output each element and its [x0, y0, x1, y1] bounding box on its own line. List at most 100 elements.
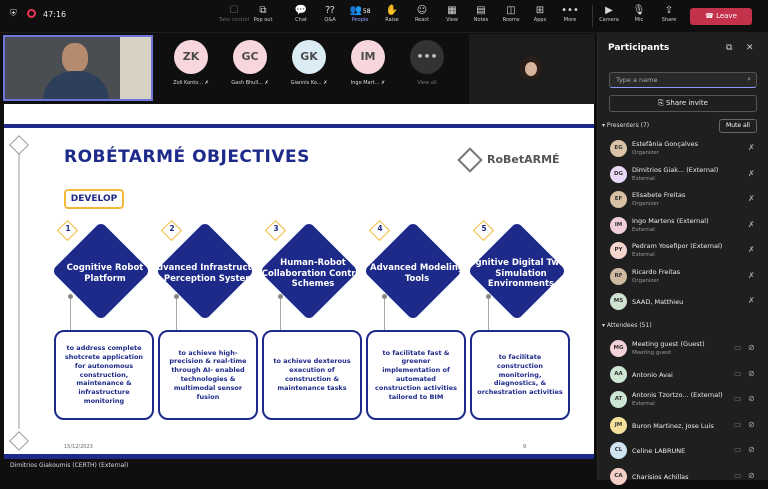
mic-off-icon[interactable]: ✗	[748, 296, 755, 305]
participant-row[interactable]: DG Dimitrios Giak... (External) External ✗	[598, 163, 768, 187]
objective-description: to achieve dexterous execution of constr…	[262, 330, 362, 420]
participant-row[interactable]: MS SAAD, Matthieu ✗	[598, 290, 768, 314]
participant-role: Meeting guest	[632, 350, 672, 356]
participant-row[interactable]: JM Buron Martinez, Jose Luis ▭ ⊘	[598, 414, 768, 438]
notes-icon: ▤	[476, 5, 486, 16]
self-video[interactable]	[3, 35, 153, 101]
raise-hand-button[interactable]: ✋ Raise	[377, 4, 407, 30]
side-diamond-bottom	[9, 431, 29, 451]
share-button[interactable]: ⇪ Share	[654, 4, 684, 30]
participant-row[interactable]: CA Charisios Achillas ▭ ⊘	[598, 465, 768, 489]
participant-role: External	[632, 175, 655, 182]
mic-off-icon: ✗	[381, 80, 386, 86]
meeting-timer: 47:16	[43, 10, 67, 19]
mic-off-icon[interactable]: ✗	[748, 143, 755, 152]
participant-role: External	[632, 252, 655, 258]
view-all-tile[interactable]: ••• View all	[399, 40, 455, 86]
mic-off-icon[interactable]: ⊘	[748, 420, 755, 429]
avatar: EF	[610, 191, 627, 208]
mic-off-icon[interactable]: ⊘	[748, 343, 755, 352]
share-invite-button[interactable]: ⎘ Share invite	[609, 95, 757, 112]
presenters-section-header[interactable]: ▾ Presenters (7)	[602, 122, 649, 129]
objective-description: to facilitate fast & greener implementat…	[366, 330, 466, 420]
participant-name: Buron Martinez, Jose Luis	[632, 421, 714, 430]
participant-row[interactable]: AT Antonis Tzortzo... (External) External ▭…	[598, 388, 768, 412]
participant-row[interactable]: IM Ingo Martens (External) External ✗	[598, 214, 768, 238]
avatar: CL	[610, 442, 627, 459]
camera-icon: ▶	[605, 5, 613, 16]
more-button[interactable]: ••• More	[555, 4, 585, 30]
participant-name: Celine LABRUNE	[632, 447, 686, 455]
mic-off-icon[interactable]: ⊘	[748, 445, 755, 454]
attendees-section-header[interactable]: ▾ Attendees (51)	[602, 322, 652, 329]
avatar: AT	[610, 391, 627, 408]
participant-row[interactable]: RF Ricardo Freitas Organizer ✗	[598, 265, 768, 289]
participant-row[interactable]: EG Estefânia Gonçalves Organizer ✗	[598, 137, 768, 161]
camera-off-icon: ▭	[734, 368, 742, 378]
participant-row[interactable]: MG Meeting guest (Guest) Meeting guest ▭ ⊘	[598, 337, 768, 361]
presenter-video[interactable]	[469, 34, 595, 104]
mic-off-icon[interactable]: ⊘	[748, 369, 755, 378]
view-icon: ▦	[447, 5, 457, 16]
mic-off-icon[interactable]: ✗	[748, 194, 755, 203]
participant-tile[interactable]: GK Giannis Ko... ✗	[281, 40, 337, 86]
participant-strip: ZK Zoli Konto... ✗ GC Gash Bhull... ✗ GK…	[0, 34, 595, 104]
chat-button[interactable]: 💬 Chat	[286, 4, 316, 30]
panel-title: Participants	[608, 43, 670, 53]
pop-out-button[interactable]: ⧉ Pop out	[248, 4, 278, 30]
participant-tile[interactable]: ZK Zoli Konto... ✗	[163, 40, 219, 86]
participant-name: Pedram Yosefipor (External)	[632, 242, 723, 250]
mic-button[interactable]: 🎙 Mic	[624, 4, 654, 30]
search-input[interactable]: Type a name ⌕	[609, 72, 757, 88]
connector	[68, 294, 100, 332]
camera-button[interactable]: ▶ Camera	[594, 4, 624, 30]
objective-diamond: Cognitive Digital Twin & Simulation Envi…	[463, 221, 579, 321]
view-button[interactable]: ▦ View	[437, 4, 467, 30]
connector	[174, 294, 206, 332]
mic-off-icon: ✗	[204, 80, 209, 86]
raise-hand-icon: ✋	[385, 5, 399, 16]
mic-off-icon: ✗	[323, 80, 328, 86]
mute-all-button[interactable]: Mute all	[719, 119, 757, 133]
meeting-toolbar: ⛨ 47:16 ☐ Take control ⧉ Pop out 💬 Chat ⁇ Q&…	[0, 0, 768, 33]
participant-tile[interactable]: GC Gash Bhull... ✗	[222, 40, 278, 86]
camera-off-icon: ▭	[734, 470, 742, 480]
notes-button[interactable]: ▤ Notes	[466, 4, 496, 30]
people-icon: 👥58	[349, 5, 371, 16]
take-control-icon: ☐	[229, 5, 239, 16]
mic-off-icon[interactable]: ✗	[748, 220, 755, 229]
take-control-button[interactable]: ☐ Take control	[219, 4, 249, 30]
qa-button[interactable]: ⁇ Q&A	[315, 4, 345, 30]
avatar: EG	[610, 140, 627, 157]
people-button[interactable]: 👥58 People	[345, 4, 375, 30]
video-person-head	[62, 43, 88, 73]
participant-row[interactable]: CL Celine LABRUNE ▭ ⊘	[598, 439, 768, 463]
share-invite-icon: ⎘	[658, 99, 666, 107]
video-wall	[120, 37, 151, 99]
rooms-button[interactable]: ◫ Rooms	[496, 4, 526, 30]
participant-row[interactable]: PY Pedram Yosefipor (External) External ✗	[598, 239, 768, 263]
mic-off-icon[interactable]: ⊘	[748, 394, 755, 403]
participant-row[interactable]: EF Elisabete Freitas Organizer ✗	[598, 188, 768, 212]
mic-off-icon[interactable]: ✗	[748, 245, 755, 254]
close-icon[interactable]: ✕	[746, 43, 754, 53]
mic-off-icon[interactable]: ✗	[748, 169, 755, 178]
react-icon: ☺	[416, 5, 428, 16]
mic-off-icon: ✗	[264, 80, 269, 86]
apps-button[interactable]: ⊞ Apps	[525, 4, 555, 30]
avatar: IM	[610, 216, 627, 234]
side-diamond-top	[9, 135, 29, 155]
leave-button[interactable]: ☎ Leave	[690, 8, 752, 25]
participant-tile-name: Ingo Mart... ✗	[350, 80, 386, 86]
mic-off-icon[interactable]: ⊘	[748, 471, 755, 480]
camera-off-icon: ▭	[734, 419, 742, 429]
mic-off-icon[interactable]: ✗	[748, 271, 755, 280]
record-icon	[27, 9, 36, 18]
participant-tile[interactable]: IM Ingo Mart... ✗	[340, 40, 396, 86]
pop-out-icon[interactable]: ⧉	[726, 43, 732, 53]
participant-row[interactable]: AA Antonio Avai ▭ ⊘	[598, 363, 768, 387]
react-button[interactable]: ☺ React	[407, 4, 437, 30]
people-count-badge: 58	[362, 8, 371, 15]
avatar: GK	[292, 40, 326, 74]
participant-name: Ricardo Freitas	[632, 267, 681, 276]
